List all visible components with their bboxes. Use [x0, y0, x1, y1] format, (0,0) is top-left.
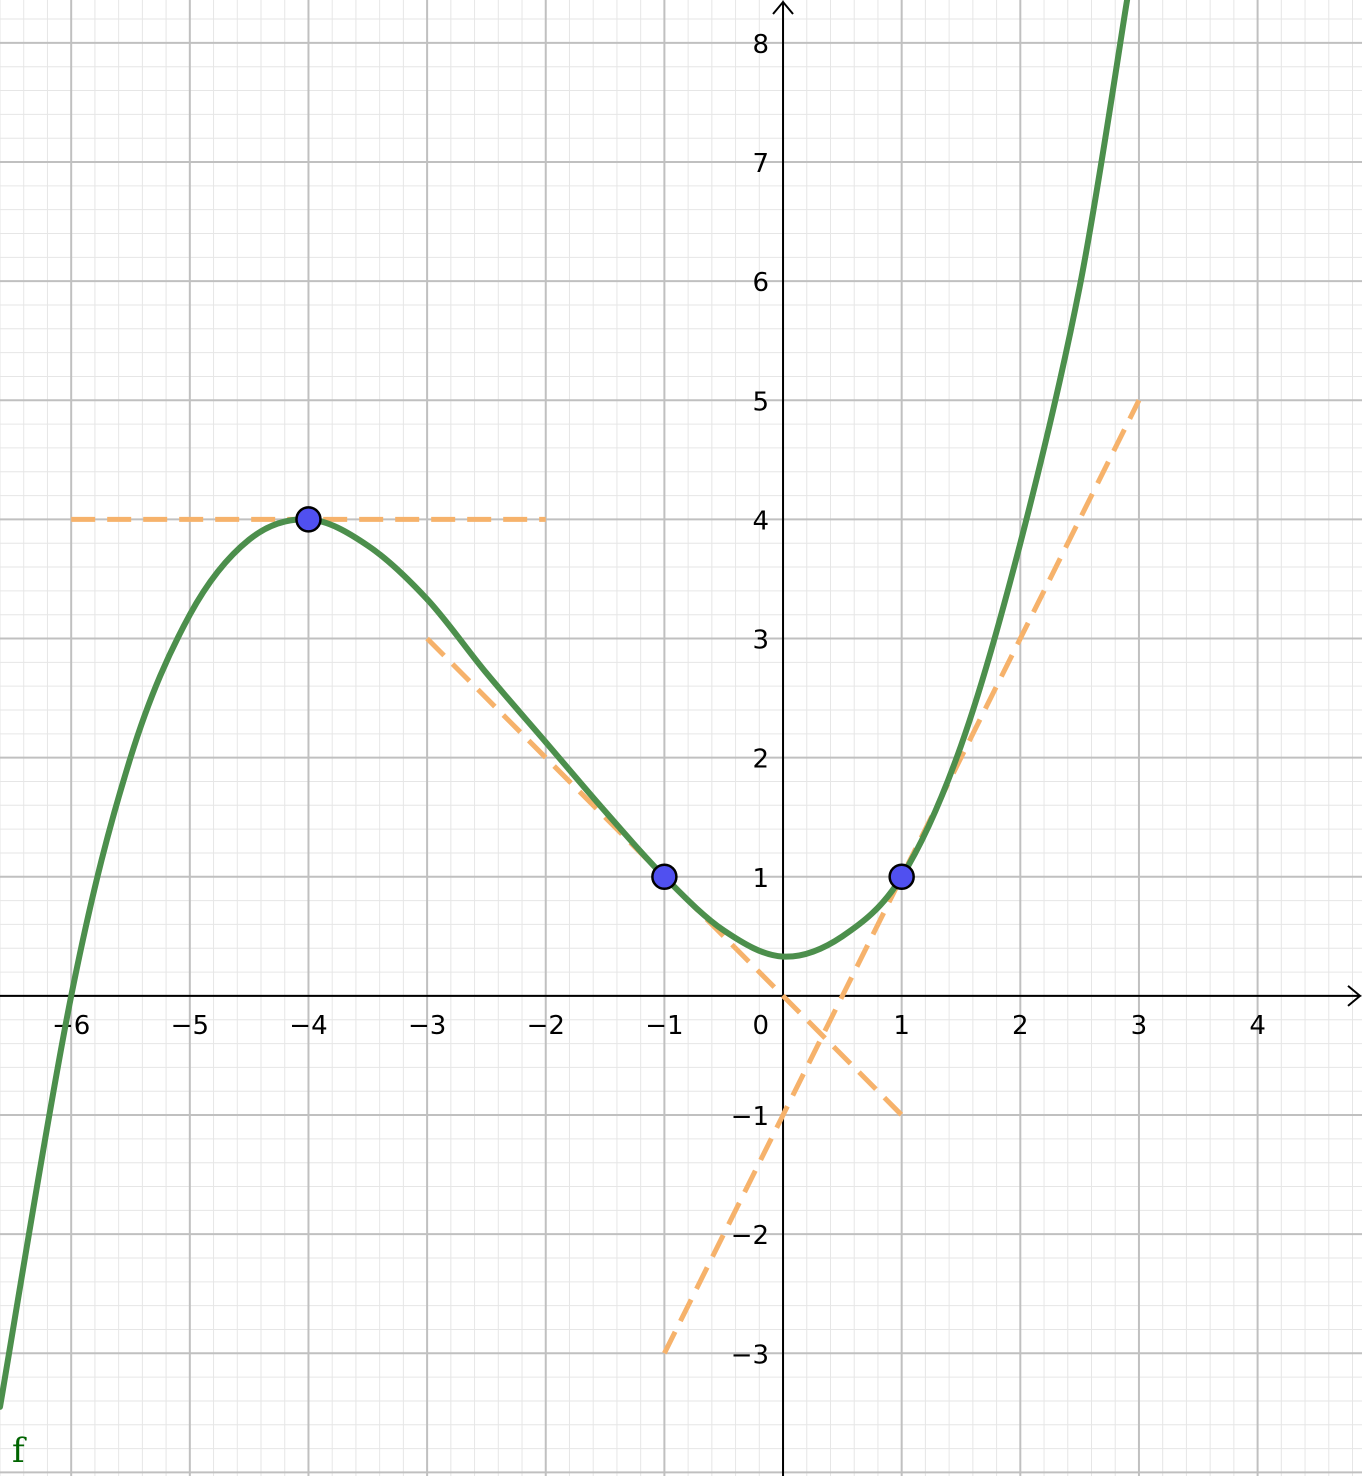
function-plot: −6 −5 −4 −3 −2 −1 1 2 3 4 −3 −2 −1 1 2 3 4 5 6 7 8 0 f: [0, 0, 1362, 1476]
axes: [0, 0, 1362, 1476]
point[interactable]: [295, 506, 322, 533]
x-tick-label: −2: [527, 1011, 565, 1041]
x-tick-label: −4: [289, 1011, 327, 1041]
function-label: f: [12, 1431, 27, 1471]
y-tick-label: 6: [752, 268, 769, 298]
x-tick-label: −5: [171, 1011, 209, 1041]
tick-labels: −6 −5 −4 −3 −2 −1 1 2 3 4 −3 −2 −1 1 2 3 4 5 6 7 8 0: [52, 30, 1266, 1370]
y-tick-label: 7: [752, 149, 769, 179]
y-tick-label: 4: [752, 506, 769, 536]
y-tick-label: −2: [731, 1221, 769, 1251]
function-curve: [0, 0, 1131, 1410]
major-grid: [0, 0, 1362, 1476]
y-tick-label: −1: [731, 1102, 769, 1132]
point[interactable]: [651, 863, 678, 891]
function-curve-group: [0, 0, 1131, 1410]
y-tick-label: 3: [752, 626, 769, 656]
point[interactable]: [888, 863, 915, 891]
x-tick-label: 1: [893, 1011, 910, 1041]
y-tick-label: 1: [752, 864, 769, 894]
x-tick-label: −6: [52, 1011, 90, 1041]
y-tick-label: 8: [752, 30, 769, 60]
x-tick-label: −1: [645, 1011, 683, 1041]
y-tick-label: 2: [752, 745, 769, 775]
y-tick-label: 5: [752, 387, 769, 417]
origin-label: 0: [752, 1011, 769, 1041]
x-tick-label: 2: [1012, 1011, 1029, 1041]
x-tick-label: 3: [1131, 1011, 1148, 1041]
minor-grid: [0, 0, 1362, 1476]
x-tick-label: 4: [1249, 1011, 1266, 1041]
x-tick-label: −3: [408, 1011, 446, 1041]
y-tick-label: −3: [731, 1340, 769, 1370]
